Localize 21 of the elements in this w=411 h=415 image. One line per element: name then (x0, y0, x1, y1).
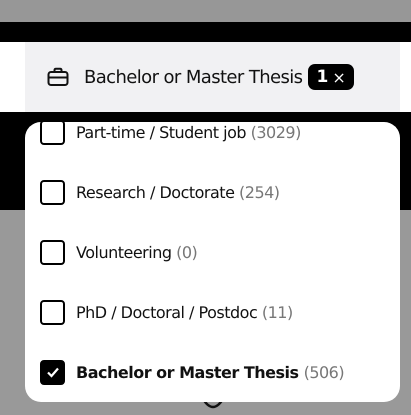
filter-bar[interactable]: Bachelor or Master Thesis 1 × (25, 42, 400, 112)
option-item[interactable]: Volunteering (0) (25, 222, 400, 282)
option-label: Volunteering (0) (76, 242, 198, 262)
count-text: 1 (316, 67, 328, 87)
option-item[interactable]: PhD / Doctoral / Postdoc (11) (25, 282, 400, 342)
option-item[interactable]: Research / Doctorate (254) (25, 162, 400, 222)
option-label: Research / Doctorate (254) (76, 182, 280, 202)
option-label: Part-time / Student job (3029) (76, 122, 301, 142)
checkbox[interactable] (40, 122, 65, 144)
checkbox[interactable] (40, 300, 65, 324)
checkbox[interactable] (40, 180, 65, 204)
option-label: Bachelor or Master Thesis (506) (76, 362, 344, 382)
briefcase-icon (47, 67, 69, 87)
option-item[interactable]: Bachelor or Master Thesis (506) (25, 342, 400, 402)
option-item[interactable]: Part-time / Student job (3029) (25, 122, 400, 162)
checkbox[interactable] (40, 360, 65, 384)
filter-label: Bachelor or Master Thesis (84, 66, 302, 88)
checkbox[interactable] (40, 240, 65, 264)
clear-filter-button[interactable]: × (332, 68, 346, 86)
option-label: PhD / Doctoral / Postdoc (11) (76, 302, 293, 322)
filter-count-badge[interactable]: 1 × (308, 64, 354, 90)
